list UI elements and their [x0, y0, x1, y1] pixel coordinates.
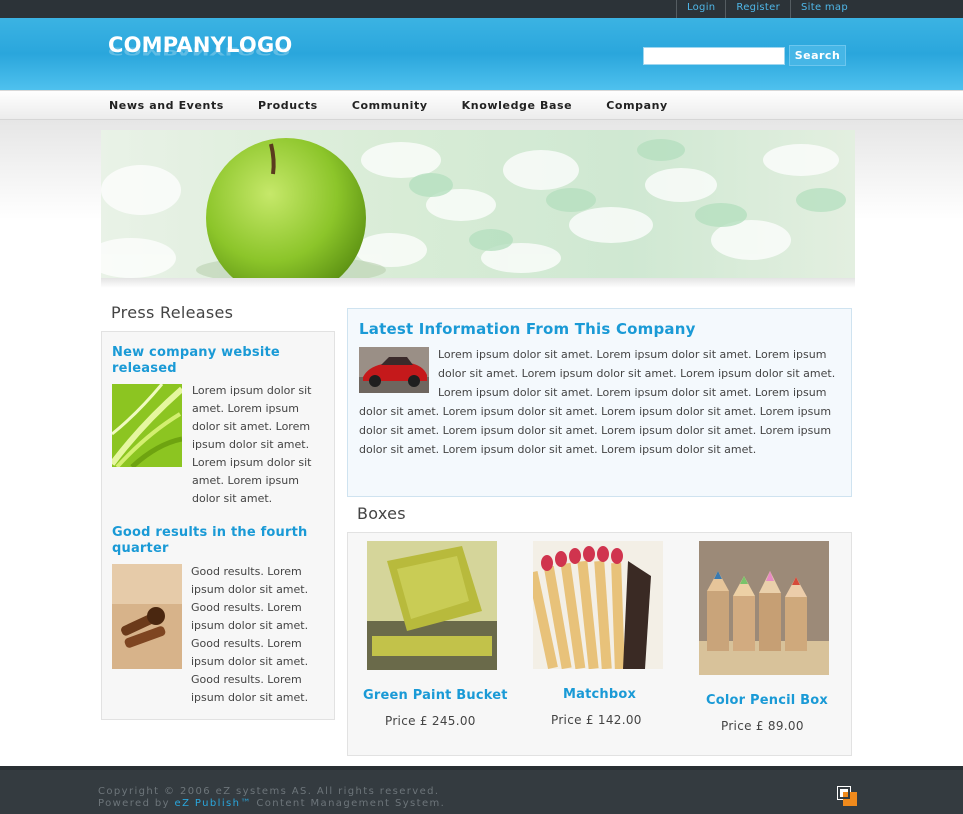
- banner-shadow: [101, 278, 855, 288]
- grass-thumbnail: [112, 384, 182, 467]
- powered-by-suffix: Content Management System.: [251, 798, 446, 809]
- matchbox-image[interactable]: [533, 541, 663, 669]
- press-releases-box: New company website released Lorem ipsum…: [101, 331, 335, 720]
- utility-links: Login Register Site map: [675, 0, 858, 18]
- company-logo-reflection: COMPANYLOGO: [108, 45, 291, 57]
- nav-item-news-and-events[interactable]: News and Events: [109, 91, 224, 120]
- main-nav: News and Events Products Community Knowl…: [0, 90, 963, 120]
- news-item-title[interactable]: Good results in the fourth quarter: [112, 525, 322, 557]
- header: COMPANYLOGO COMPANYLOGO Search: [0, 18, 963, 90]
- ez-logo-icon[interactable]: [836, 785, 858, 807]
- search-button[interactable]: Search: [789, 45, 846, 66]
- product-name[interactable]: Matchbox: [563, 687, 636, 702]
- car-thumbnail: [359, 347, 429, 393]
- product-price: Price £ 142.00: [551, 713, 642, 727]
- product-name[interactable]: Green Paint Bucket: [363, 688, 508, 703]
- press-releases-heading: Press Releases: [111, 303, 234, 322]
- nav-item-products[interactable]: Products: [258, 91, 318, 120]
- powered-by-text: Powered by eZ Publish™ Content Managemen…: [98, 798, 445, 809]
- nav-item-community[interactable]: Community: [352, 91, 428, 120]
- register-link[interactable]: Register: [725, 0, 790, 18]
- top-utility-bar: Login Register Site map: [0, 0, 963, 18]
- boxes-heading: Boxes: [357, 504, 406, 523]
- boxes-panel: Green Paint Bucket Price £ 245.00 Matchb…: [347, 532, 852, 756]
- footer: Copyright © 2006 eZ systems AS. All righ…: [0, 766, 963, 814]
- product-name[interactable]: Color Pencil Box: [706, 693, 828, 708]
- product-price: Price £ 245.00: [385, 714, 476, 728]
- search-input[interactable]: [643, 47, 785, 65]
- banner-image: [101, 130, 855, 278]
- powered-by-prefix: Powered by: [98, 798, 175, 809]
- nav-item-knowledge-base[interactable]: Knowledge Base: [462, 91, 573, 120]
- news-item-body: Lorem ipsum dolor sit amet. Lorem ipsum …: [192, 384, 312, 505]
- latest-information-box: Latest Information From This Company Lor…: [347, 308, 852, 497]
- product-price: Price £ 89.00: [721, 719, 804, 733]
- site-map-link[interactable]: Site map: [790, 0, 858, 18]
- latest-information-text: Lorem ipsum dolor sit amet. Lorem ipsum …: [359, 348, 836, 456]
- news-item-body: Good results. Lorem ipsum dolor sit amet…: [191, 565, 309, 704]
- login-link[interactable]: Login: [675, 0, 725, 18]
- nav-item-company[interactable]: Company: [606, 91, 668, 120]
- latest-information-body: Lorem ipsum dolor sit amet. Lorem ipsum …: [359, 345, 839, 459]
- color-pencil-box-image[interactable]: [699, 541, 829, 675]
- green-paint-bucket-image[interactable]: [367, 541, 497, 670]
- cinnamon-thumbnail: [112, 564, 182, 669]
- copyright-text: Copyright © 2006 eZ systems AS. All righ…: [98, 786, 440, 797]
- latest-information-title[interactable]: Latest Information From This Company: [359, 320, 696, 338]
- ez-publish-link[interactable]: eZ Publish™: [175, 798, 252, 809]
- news-item-title[interactable]: New company website released: [112, 345, 312, 377]
